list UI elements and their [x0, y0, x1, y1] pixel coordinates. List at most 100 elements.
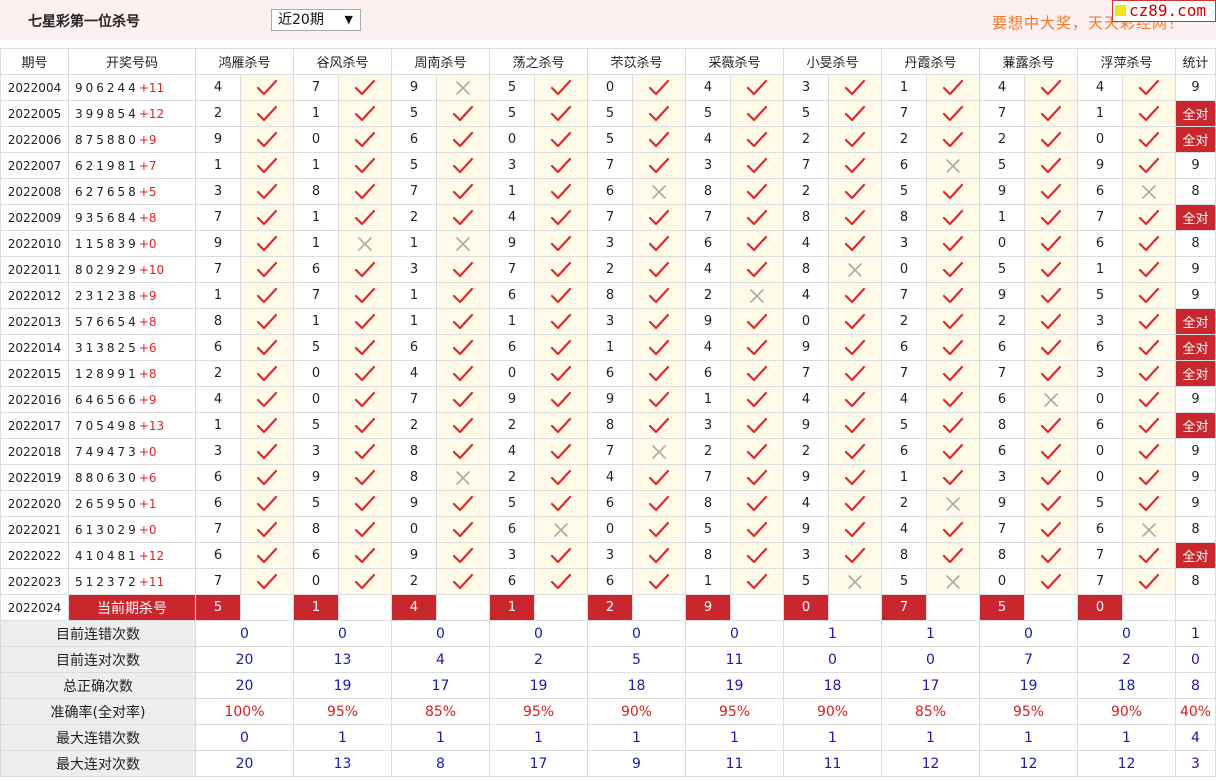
kill-number-cell: 8 [391, 438, 437, 465]
check-icon [1122, 568, 1176, 595]
check-icon [534, 464, 588, 491]
kill-number-cell: 3 [587, 230, 633, 257]
kill-number-cell: 3 [489, 152, 535, 179]
table-row: 2022004 906244+11 4 7 9 5 0 4 3 1 4 4 9 [0, 74, 1216, 101]
table-row: 2022009 935684+8 7 1 2 4 7 7 8 8 1 7 全对 [0, 204, 1216, 231]
summary-row: 总正确次数 20 19 17 19 18 19 18 17 19 18 8 [0, 672, 1216, 699]
kill-number-cell: 7 [587, 204, 633, 231]
check-icon [1122, 152, 1176, 179]
check-icon [632, 490, 686, 517]
current-kill-spacer [436, 594, 490, 621]
all-correct-badge: 全对 [1175, 308, 1216, 335]
current-kill-spacer [632, 594, 686, 621]
check-icon [1122, 542, 1176, 569]
current-kill-label: 当前期杀号 [68, 594, 196, 621]
current-kill-number: 0 [783, 594, 829, 621]
kill-number-cell: 8 [881, 204, 927, 231]
kill-number-cell: 2 [783, 438, 829, 465]
table-row: 2022016 646566+9 4 0 7 9 9 1 4 4 6 0 9 [0, 386, 1216, 413]
kill-number-cell: 7 [489, 256, 535, 283]
check-icon [240, 126, 294, 153]
summary-row: 最大连错次数 0 1 1 1 1 1 1 1 1 1 4 [0, 724, 1216, 751]
kill-number-cell: 9 [979, 282, 1025, 309]
table-row: 2022019 880630+6 6 9 8 2 4 7 9 1 3 0 9 [0, 464, 1216, 491]
period-cell: 2022018 [0, 438, 69, 465]
kill-number-cell: 2 [881, 490, 927, 517]
kill-number-cell: 6 [489, 568, 535, 595]
check-icon [1122, 74, 1176, 101]
draw-numbers-cell: 512372+11 [68, 568, 196, 595]
check-icon [632, 386, 686, 413]
cross-icon [730, 282, 784, 309]
summary-value: 95% [293, 698, 392, 725]
check-icon [1122, 256, 1176, 283]
check-icon [730, 516, 784, 543]
summary-value: 19 [979, 672, 1078, 699]
kill-number-cell: 5 [881, 568, 927, 595]
kill-number-cell: 7 [195, 256, 241, 283]
summary-stat: 8 [1175, 672, 1216, 699]
kill-number-cell: 3 [1077, 308, 1123, 335]
kill-number-cell: 6 [293, 542, 339, 569]
check-icon [828, 464, 882, 491]
draw-numbers-cell: 410481+12 [68, 542, 196, 569]
check-icon [632, 360, 686, 387]
summary-value: 2 [489, 646, 588, 673]
check-icon [436, 308, 490, 335]
period-cell: 2022022 [0, 542, 69, 569]
draw-extra: +12 [138, 548, 165, 563]
table-row: 2022013 576654+8 8 1 1 1 3 9 0 2 2 3 全对 [0, 308, 1216, 335]
check-icon [240, 360, 294, 387]
check-icon [926, 178, 980, 205]
check-icon [338, 152, 392, 179]
current-kill-number: 4 [391, 594, 437, 621]
kill-number-cell: 3 [587, 308, 633, 335]
summary-value: 85% [391, 698, 490, 725]
kill-number-cell: 4 [783, 490, 829, 517]
kill-number-cell: 3 [881, 230, 927, 257]
cross-icon [632, 438, 686, 465]
summary-stat: 4 [1175, 724, 1216, 751]
cross-icon [926, 152, 980, 179]
summary-value: 0 [293, 620, 392, 647]
kill-number-cell: 7 [195, 568, 241, 595]
table-row: 2022007 621981+7 1 1 5 3 7 3 7 6 5 9 9 [0, 152, 1216, 179]
kill-number-cell: 6 [685, 230, 731, 257]
period-select[interactable]: 近20期 ▼ [271, 9, 361, 31]
kill-number-cell: 9 [783, 464, 829, 491]
kill-number-cell: 1 [195, 152, 241, 179]
kill-number-cell: 5 [587, 100, 633, 127]
kill-number-cell: 2 [391, 568, 437, 595]
check-icon [240, 256, 294, 283]
period-cell: 2022013 [0, 308, 69, 335]
check-icon [926, 542, 980, 569]
stat-cell: 9 [1175, 464, 1216, 491]
check-icon [926, 516, 980, 543]
check-icon [926, 412, 980, 439]
check-icon [828, 412, 882, 439]
check-icon [730, 386, 784, 413]
check-icon [632, 516, 686, 543]
summary-stat: 40% [1175, 698, 1216, 725]
check-icon [534, 360, 588, 387]
badge-dot-icon [1115, 5, 1126, 16]
site-badge[interactable]: cz89.com [1112, 0, 1216, 22]
check-icon [534, 412, 588, 439]
kill-number-cell: 5 [783, 100, 829, 127]
all-correct-badge: 全对 [1175, 334, 1216, 361]
check-icon [534, 256, 588, 283]
check-icon [730, 542, 784, 569]
all-correct-badge: 全对 [1175, 360, 1216, 387]
period-cell: 2022015 [0, 360, 69, 387]
kill-number-cell: 6 [587, 360, 633, 387]
kill-number-cell: 1 [685, 568, 731, 595]
kill-number-cell: 7 [881, 282, 927, 309]
check-icon [534, 568, 588, 595]
kill-number-cell: 6 [195, 464, 241, 491]
kill-number-cell: 7 [685, 464, 731, 491]
check-icon [926, 204, 980, 231]
kill-number-cell: 6 [391, 334, 437, 361]
draw-extra: +6 [138, 340, 157, 355]
kill-number-cell: 4 [783, 230, 829, 257]
kill-number-cell: 7 [391, 386, 437, 413]
